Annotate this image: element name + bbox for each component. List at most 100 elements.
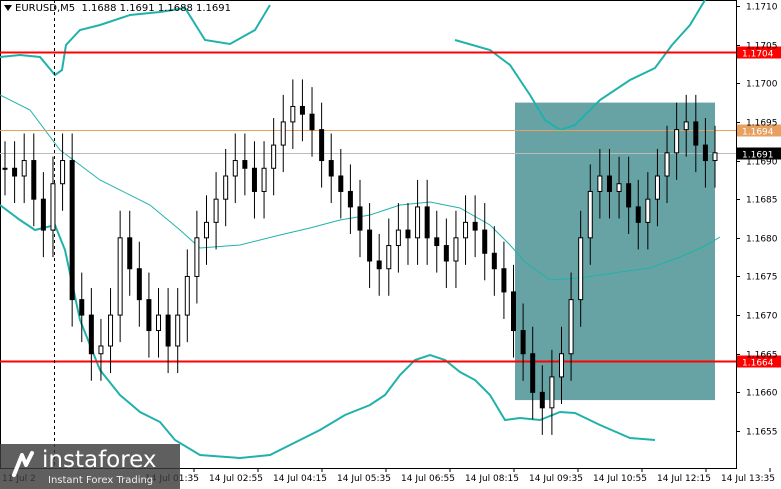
- candle-body: [60, 160, 66, 185]
- candle-body: [606, 175, 612, 192]
- time-axis-label: 14 Jul 02:55: [209, 474, 263, 484]
- candle-body: [280, 121, 286, 146]
- time-axis-label: 14 Jul 13:35: [721, 474, 775, 484]
- candle-body: [415, 206, 421, 239]
- candle-body: [376, 260, 382, 270]
- candle-body: [251, 167, 257, 192]
- candle-body: [520, 330, 526, 355]
- instaforex-mark-icon: [12, 451, 34, 477]
- candle-body: [453, 237, 459, 262]
- candle-body: [501, 268, 507, 293]
- candle-body: [443, 245, 449, 262]
- price-axis-label: 1.1705: [746, 42, 778, 52]
- candle-body: [405, 229, 411, 239]
- time-axis-label: 14 Jul 10:55: [593, 474, 647, 484]
- candle-body: [69, 160, 75, 301]
- candle-body: [674, 129, 680, 154]
- candle-body: [482, 229, 488, 254]
- candle-body: [539, 391, 545, 409]
- logo-tagline: Instant Forex Trading: [48, 475, 154, 486]
- candle-body: [712, 152, 718, 162]
- candle-body: [664, 152, 670, 177]
- candle-body: [578, 237, 584, 301]
- candle-body: [156, 314, 162, 332]
- candle-body: [347, 190, 353, 208]
- time-axis-label: 14 Jul 05:35: [337, 474, 391, 484]
- candle-body: [108, 314, 114, 347]
- candle-body: [194, 237, 200, 277]
- price-axis-label: 1.1685: [746, 196, 778, 206]
- candle-body: [434, 237, 440, 247]
- candle-body: [654, 175, 660, 200]
- candle-body: [127, 237, 133, 270]
- candle-body: [117, 237, 123, 316]
- candle-body: [79, 299, 85, 316]
- price-axis-label: 1.1675: [746, 273, 778, 283]
- candle-body: [319, 129, 325, 162]
- candle-body: [626, 183, 632, 208]
- candle-body: [530, 353, 536, 393]
- candle-body: [40, 198, 46, 231]
- candle-body: [645, 198, 651, 223]
- candle-body: [395, 229, 401, 247]
- price-axis-label: 1.1670: [746, 312, 778, 322]
- price-axis-label: 1.1690: [746, 158, 778, 168]
- candle-body: [549, 376, 555, 409]
- instaforex-logo: instaforex Instant Forex Trading: [0, 444, 180, 489]
- candle-body: [242, 160, 248, 169]
- candle-body: [165, 314, 171, 347]
- symbol-label: EURUSD,M5: [15, 3, 76, 14]
- price-axis-label: 1.1660: [746, 389, 778, 399]
- candle-body: [338, 175, 344, 192]
- price-axis-label: 1.1680: [746, 235, 778, 245]
- candle-body: [290, 105, 296, 123]
- candle-body: [203, 221, 209, 239]
- candle-body: [271, 144, 277, 169]
- candle-body: [463, 221, 469, 239]
- candle-body: [597, 175, 603, 192]
- candle-body: [88, 314, 94, 355]
- candle-body: [50, 183, 56, 231]
- time-axis-label: 14 Jul 08:15: [465, 474, 519, 484]
- time-axis-label: 14 Jul 09:35: [529, 474, 583, 484]
- candle-body: [309, 113, 315, 131]
- candle-body: [491, 252, 497, 270]
- candle-body: [184, 275, 190, 316]
- price-axis-label: 1.1695: [746, 119, 778, 129]
- candle-body: [386, 245, 392, 270]
- candle-body: [2, 167, 8, 170]
- highlight-box: [515, 102, 715, 401]
- price-level-label: 1.1694: [742, 128, 774, 138]
- candle-body: [175, 314, 181, 347]
- candle-body: [568, 299, 574, 355]
- candle-body: [136, 268, 142, 301]
- candle-body: [635, 206, 641, 223]
- time-axis-label: 14 Jul 06:55: [401, 474, 455, 484]
- candle-body: [683, 121, 689, 131]
- candle-body: [232, 160, 238, 177]
- dropdown-triangle-icon[interactable]: [4, 5, 12, 11]
- trading-chart[interactable]: 1.1704 1.1694 1.1664 1.1691 1.1710 1.1705 1.17…: [0, 0, 781, 489]
- candle-body: [702, 144, 708, 162]
- logo-name: instaforex: [42, 447, 157, 473]
- time-axis-label: 14 Jul 04:15: [273, 474, 327, 484]
- chart-canvas[interactable]: 1.17041.16941.16641.16911.17101.17051.17…: [0, 0, 781, 489]
- candle-body: [693, 121, 699, 146]
- price-axis-label: 1.1655: [746, 428, 778, 438]
- chart-header: EURUSD,M5 1.1688 1.1691 1.1688 1.1691: [4, 3, 231, 14]
- candle-body: [261, 167, 267, 192]
- price-axis-label: 1.1665: [746, 351, 778, 361]
- candle-body: [511, 291, 517, 332]
- candle-body: [558, 353, 564, 378]
- candle-body: [31, 160, 37, 200]
- candle-body: [472, 221, 478, 231]
- candle-body: [146, 299, 152, 332]
- candle-body: [213, 198, 219, 223]
- candle-body: [424, 206, 430, 239]
- candle-body: [328, 160, 334, 177]
- candle-body: [223, 175, 229, 200]
- candle-body: [616, 183, 622, 192]
- price-axis-label: 1.1700: [746, 80, 778, 90]
- price-axis-label: 1.1710: [746, 3, 778, 13]
- time-axis-label: 14 Jul 12:15: [657, 474, 711, 484]
